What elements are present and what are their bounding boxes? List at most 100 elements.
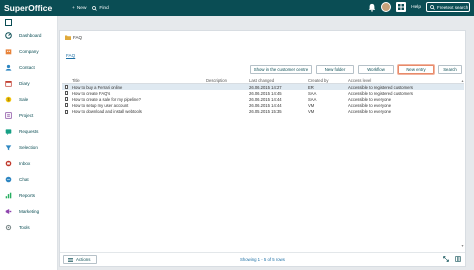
search-button[interactable]: Search — [438, 65, 462, 74]
cell-title: How to download and install webtools — [72, 109, 142, 115]
column-header-title[interactable]: Title — [72, 78, 80, 83]
new-button[interactable]: + New — [72, 6, 86, 11]
marketing-icon — [4, 207, 12, 215]
cell-title: How to setup my user account — [72, 103, 129, 109]
requests-icon — [4, 127, 12, 135]
apps-button[interactable] — [396, 2, 407, 12]
bell-icon[interactable] — [368, 3, 376, 12]
sidebar-item-label: Requests — [19, 128, 39, 134]
sidebar-item-project[interactable]: Project — [0, 110, 58, 120]
document-icon — [65, 84, 68, 89]
inbox-icon — [4, 159, 12, 167]
chat-icon — [4, 175, 12, 183]
scroll-down-icon[interactable]: ▾ — [461, 243, 464, 248]
row-count-text[interactable]: Showing 1 - 5 of 5 rows — [240, 257, 285, 262]
app-logo[interactable]: SuperOffice — [4, 3, 66, 13]
document-icon — [65, 90, 68, 95]
sidebar-item-requests[interactable]: Requests — [0, 126, 58, 136]
new-folder-button[interactable]: New folder — [316, 65, 354, 74]
document-icon — [65, 103, 68, 108]
sidebar-item-label: Chat — [19, 176, 29, 182]
sidebar-item-diary[interactable]: Diary — [0, 78, 58, 88]
cell-title: How to create a sale for my pipeline? — [72, 96, 141, 102]
sidebar-item-company[interactable]: Company — [0, 46, 58, 56]
reports-icon — [4, 191, 12, 199]
document-icon — [65, 97, 68, 102]
sidebar-item-dashboard[interactable]: Dashboard — [0, 30, 58, 40]
find-button-label: Find — [99, 5, 109, 11]
help-link[interactable]: Help — [411, 5, 421, 10]
cell-access-level: Accessible to everyone — [348, 96, 392, 102]
actions-button[interactable]: Actions — [63, 255, 97, 264]
freetext-search-label: Freetext search — [437, 4, 469, 10]
top-bar: SuperOffice + New Find Help Freetext sea… — [0, 0, 474, 16]
sidebar-item-label: Sale — [19, 96, 29, 102]
column-header-access-level[interactable]: Access level — [348, 78, 371, 83]
folder-icon — [65, 35, 71, 40]
breadcrumb[interactable]: FAQ — [66, 53, 75, 58]
columns-icon[interactable] — [455, 256, 461, 262]
cell-access-level: Accessible to everyone — [348, 103, 392, 109]
sidebar-item-sale[interactable]: $ Sale — [0, 94, 58, 104]
find-button[interactable]: Find — [92, 5, 109, 11]
folder-title: FAQ — [73, 35, 83, 40]
scroll-up-icon[interactable]: ▴ — [461, 78, 464, 83]
cell-access-level: Accessible to registered customers — [348, 90, 413, 96]
project-icon — [4, 111, 12, 119]
sidebar-item-contact[interactable]: Contact — [0, 62, 58, 72]
cell-created-by: SAA — [308, 96, 317, 102]
cell-created-by: VM — [308, 109, 315, 115]
sidebar-item-reports[interactable]: Reports — [0, 190, 58, 200]
sidebar-item-label: Tools — [19, 224, 30, 230]
sidebar-item-label: Company — [19, 48, 39, 54]
table-row[interactable]: How to download and install webtools 26.… — [62, 109, 464, 115]
new-button-label: New — [76, 5, 87, 11]
sidebar-item-label: Reports — [19, 192, 36, 198]
grid-icon — [398, 4, 405, 10]
table-footer: Actions Showing 1 - 5 of 5 rows — [60, 252, 465, 266]
folder-header: FAQ — [65, 35, 82, 40]
cell-title: How to buy a Ferrari online — [72, 84, 123, 90]
menu-icon — [68, 257, 73, 262]
sidebar-item-marketing[interactable]: Marketing — [0, 206, 58, 216]
selection-icon — [4, 143, 12, 151]
dashboard-icon — [4, 31, 12, 39]
column-header-last-changed[interactable]: Last changed — [249, 78, 274, 83]
sidebar-item-label: Contact — [19, 64, 35, 70]
sidebar-item-chat[interactable]: Chat — [0, 174, 58, 184]
cell-last-changed: 26.06.2015 14:44 — [249, 103, 282, 109]
cell-created-by: SAA — [308, 90, 317, 96]
workflow-button[interactable]: Workflow — [358, 65, 394, 74]
company-icon — [4, 47, 12, 55]
sidebar: Dashboard Company Contact Diary $ Sale P… — [0, 16, 58, 270]
sale-icon: $ — [4, 95, 12, 103]
table-scrollbar[interactable]: ▴ ▾ — [461, 78, 464, 248]
sidebar-item-selection[interactable]: Selection — [0, 142, 58, 152]
cell-created-by: VM — [308, 103, 315, 109]
sidebar-item-label: Dashboard — [19, 32, 42, 38]
sidebar-item-label: Project — [19, 112, 34, 118]
sidebar-item-label: Diary — [19, 80, 30, 86]
actions-label: Actions — [76, 257, 91, 262]
freetext-search-button[interactable]: Freetext search — [426, 2, 470, 12]
sidebar-item-label: Inbox — [19, 160, 31, 166]
expand-icon[interactable] — [443, 256, 449, 262]
new-entry-button[interactable]: New entry — [398, 65, 434, 74]
cell-access-level: Accessible to everyone — [348, 109, 392, 115]
sidebar-item-label: Selection — [19, 144, 38, 150]
diary-icon — [4, 79, 12, 87]
entries-table: Title Description Last changed Created b… — [62, 77, 464, 115]
footer-tools — [443, 256, 461, 262]
cell-created-by: ER — [308, 84, 314, 90]
cell-last-changed: 26.05.2015 15:35 — [249, 109, 282, 115]
cell-access-level: Accessible to registered customers — [348, 84, 413, 90]
show-in-customer-centre-button[interactable]: Show in the customer centre — [250, 65, 312, 74]
column-header-created-by[interactable]: Created by — [308, 78, 328, 83]
sidebar-collapse-icon[interactable] — [5, 19, 12, 26]
column-header-description[interactable]: Description — [206, 78, 227, 83]
sidebar-item-inbox[interactable]: Inbox — [0, 158, 58, 168]
sidebar-item-tools[interactable]: Tools — [0, 222, 58, 232]
sidebar-item-label: Marketing — [19, 208, 40, 214]
avatar[interactable] — [381, 2, 392, 12]
contact-icon — [4, 63, 12, 71]
